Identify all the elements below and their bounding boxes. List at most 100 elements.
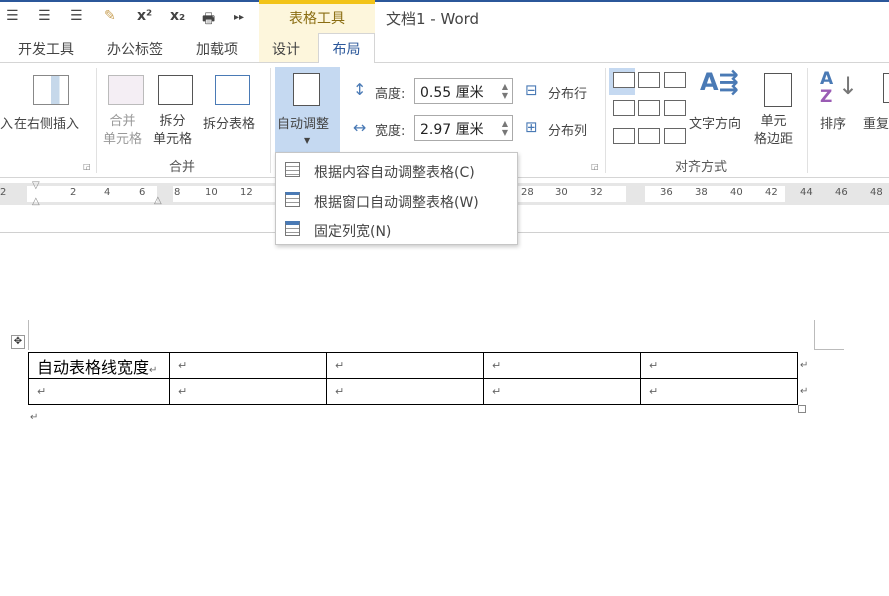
table-cell[interactable]: ↵ <box>483 352 641 379</box>
align-middle-right-icon[interactable] <box>664 100 686 116</box>
dialog-launcher-icon[interactable]: ◲ <box>83 162 91 171</box>
tab-layout[interactable]: 布局 <box>318 33 375 63</box>
row-height-icon: ↕ <box>353 80 367 99</box>
align-bottom-left-icon[interactable] <box>613 128 635 144</box>
align-center-icon[interactable]: ☰ <box>38 8 51 24</box>
autofit-window-icon <box>285 192 300 207</box>
repeat-header-icon <box>883 73 889 103</box>
row-end-mark: ↵ <box>800 386 809 397</box>
dialog-launcher-icon[interactable]: ◲ <box>591 162 599 171</box>
spinner-icon[interactable]: ▲ ▼ <box>502 119 508 137</box>
row-end-mark: ↵ <box>800 360 809 371</box>
group-merge-label: 合并 <box>169 160 196 175</box>
window-title: 文档1 - Word <box>386 10 480 28</box>
split-cells-button[interactable]: 拆分 单元格 <box>153 113 192 149</box>
align-top-right-icon[interactable] <box>664 72 686 88</box>
group-alignment-label: 对齐方式 <box>675 160 728 175</box>
table-cell[interactable]: ↵ <box>326 352 484 379</box>
superscript-icon[interactable]: x² <box>137 8 152 24</box>
text-direction-button[interactable]: 文字方向 <box>689 113 741 132</box>
align-middle-left-icon[interactable] <box>613 100 635 116</box>
align-right-icon[interactable]: ☰ <box>70 8 83 24</box>
menu-item-autofit-contents[interactable]: 根据内容自动调整表格(C) <box>276 156 517 185</box>
autofit-contents-icon <box>285 162 300 177</box>
ruler-tick: 2 <box>0 187 7 198</box>
ruler-tick: 4 <box>104 187 111 198</box>
table-cell[interactable]: ↵ <box>640 352 798 379</box>
print-icon[interactable]: 🖶 <box>202 8 215 32</box>
align-middle-center-icon[interactable] <box>638 100 660 116</box>
distribute-rows-button[interactable]: 分布行 <box>548 83 587 102</box>
ruler-cell-area <box>27 186 157 202</box>
title-bar-accent <box>0 0 889 2</box>
first-line-indent-handle[interactable]: ▽ <box>32 180 40 191</box>
ruler-tick: 38 <box>695 187 708 198</box>
table-cell[interactable]: ↵ <box>640 378 798 405</box>
sort-icon: AZ <box>820 69 834 107</box>
table-cell[interactable]: 自动表格线宽度↵ <box>28 352 170 379</box>
split-table-button[interactable]: 拆分表格 <box>203 113 255 132</box>
height-input[interactable]: 0.55 厘米 ▲ ▼ <box>414 78 513 104</box>
merge-cells-label-2: 单元格 <box>103 132 143 147</box>
tab-design[interactable]: 设计 <box>272 39 300 59</box>
align-left-icon[interactable]: ☰ <box>6 8 19 24</box>
ruler-tick: 36 <box>660 187 673 198</box>
tab-addins[interactable]: 加载项 <box>196 39 238 59</box>
margin-corner <box>814 349 844 350</box>
ruler-tick: 8 <box>174 187 181 198</box>
document-table[interactable]: 自动表格线宽度↵ ↵ ↵ ↵ ↵ ↵ ↵ ↵ ↵ ↵ <box>28 352 798 405</box>
merge-cells-button[interactable]: 合并 单元格 <box>103 113 142 149</box>
tab-office-tab[interactable]: 办公标签 <box>107 39 163 59</box>
subscript-icon[interactable]: x₂ <box>170 8 185 24</box>
table-move-handle-icon[interactable]: ✥ <box>11 335 25 349</box>
ruler-cell-area <box>518 186 626 202</box>
paragraph-mark: ↵ <box>30 412 39 423</box>
autofit-menu: 根据内容自动调整表格(C) 根据窗口自动调整表格(W) 固定列宽(N) <box>275 152 518 245</box>
ruler-tick: 12 <box>240 187 253 198</box>
menu-item-label: 根据窗口自动调整表格(W) <box>314 195 479 211</box>
height-value: 0.55 厘米 <box>420 85 484 101</box>
ruler-tick: 30 <box>555 187 568 198</box>
sort-button[interactable]: 排序 <box>820 113 846 132</box>
table-resize-handle[interactable] <box>798 405 806 413</box>
table-cell[interactable]: ↵ <box>169 378 327 405</box>
ruler-tick: 44 <box>800 187 813 198</box>
ruler-tick: 40 <box>730 187 743 198</box>
insert-right-icon <box>33 75 69 105</box>
width-label: 宽度: <box>375 124 406 139</box>
distribute-cols-button[interactable]: 分布列 <box>548 120 587 139</box>
cell-margins-label-2: 格边距 <box>754 132 794 147</box>
align-bottom-right-icon[interactable] <box>664 128 686 144</box>
insert-right-button[interactable]: 在右侧插入 <box>14 113 79 132</box>
ruler-tick: 28 <box>521 187 534 198</box>
spinner-icon[interactable]: ▲ ▼ <box>502 82 508 100</box>
menu-item-label: 根据内容自动调整表格(C) <box>314 165 475 181</box>
insert-partial-label[interactable]: 入 <box>0 113 13 132</box>
right-indent-handle[interactable]: △ <box>154 195 162 206</box>
menu-item-fixed-width[interactable]: 固定列宽(N) <box>276 215 517 244</box>
divider <box>605 68 606 173</box>
ruler-tick: 42 <box>765 187 778 198</box>
height-label: 高度: <box>375 87 406 102</box>
align-bottom-center-icon[interactable] <box>638 128 660 144</box>
margin-corner <box>28 320 29 350</box>
more-commands-icon[interactable]: ▸▸ <box>234 12 244 23</box>
menu-item-autofit-window[interactable]: 根据窗口自动调整表格(W) <box>276 186 517 215</box>
table-cell[interactable]: ↵ <box>326 378 484 405</box>
tab-developer[interactable]: 开发工具 <box>18 39 74 59</box>
left-indent-handle[interactable]: △ <box>32 196 40 207</box>
sort-arrow-icon: ↓ <box>838 72 859 100</box>
cell-margins-label-1: 单元 <box>760 114 787 129</box>
ruler-tick: 48 <box>870 187 883 198</box>
table-cell[interactable]: ↵ <box>483 378 641 405</box>
align-top-left-icon[interactable] <box>613 72 635 88</box>
width-input[interactable]: 2.97 厘米 ▲ ▼ <box>414 115 513 141</box>
format-painter-icon[interactable]: ✎ <box>104 8 116 24</box>
table-cell[interactable]: ↵ <box>169 352 327 379</box>
autofit-icon <box>293 73 320 106</box>
repeat-header-button[interactable]: 重复 <box>863 113 889 132</box>
table-row: ↵ ↵ ↵ ↵ ↵ <box>28 378 798 405</box>
cell-margins-button[interactable]: 单元 格边距 <box>754 113 793 149</box>
table-cell[interactable]: ↵ <box>28 378 170 405</box>
align-top-center-icon[interactable] <box>638 72 660 88</box>
